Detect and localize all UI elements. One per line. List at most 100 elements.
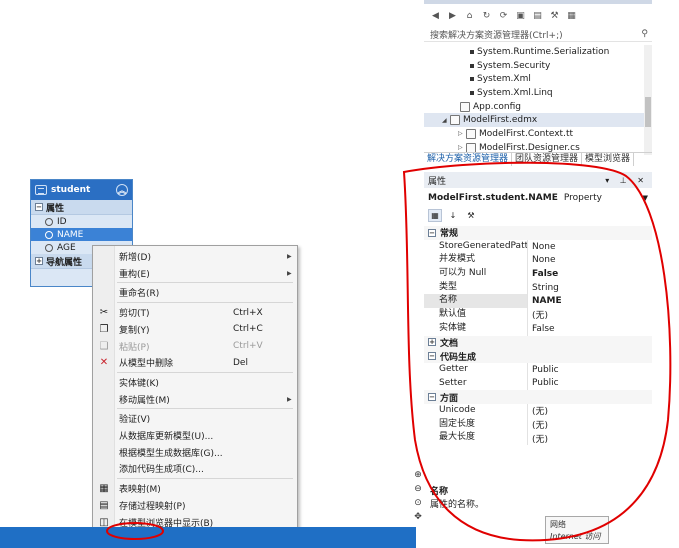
property-value[interactable]: Public [528,378,559,388]
preview-icon[interactable]: ▦ [566,11,577,22]
menu-item[interactable]: 根据模型生成数据库(G)... [93,444,297,461]
zoom-out-icon[interactable]: ⊖ [414,484,422,494]
collapse-icon[interactable]: ︽ [116,184,128,196]
tree-item-edmx[interactable]: ◢ ModelFirst.edmx [424,113,644,128]
expand-toggle-icon[interactable]: + [35,257,43,265]
property-row[interactable]: Unicode (无) [424,403,652,418]
property-value[interactable]: NAME [528,296,562,306]
menu-item[interactable]: 新增(D) ▶ [93,248,297,265]
key-icon [45,217,53,226]
property-value[interactable]: None [528,255,555,265]
properties-icon[interactable]: ⚒ [549,11,560,22]
tree-item-reference[interactable]: System.Xml [424,72,644,86]
tree-item-reference[interactable]: System.Xml.Linq [424,86,644,100]
home-icon[interactable]: ⌂ [464,11,475,22]
tree-item-label: System.Xml.Linq [477,87,553,98]
property-value[interactable]: (无) [528,404,548,417]
menu-separator [117,302,293,304]
entity-property-row-selected[interactable]: NAME [31,228,132,241]
scrollbar-thumb[interactable] [645,97,651,127]
collapse-all-icon[interactable]: ▣ [515,11,526,22]
property-category[interactable]: + 文档 [424,335,652,350]
tab-model-browser[interactable]: 模型浏览器 [582,153,635,166]
tab-solution-explorer[interactable]: 解决方案资源管理器 [424,153,513,166]
property-row[interactable]: 固定长度 (无) [424,417,652,432]
solution-explorer-scrollbar[interactable] [644,45,652,155]
property-row[interactable]: 可以为 Null False [424,267,652,281]
categorized-icon[interactable]: ▦ [428,208,442,222]
property-value[interactable]: None [528,242,555,252]
property-row[interactable]: Setter Public [424,376,652,391]
property-pages-icon[interactable]: ⚒ [464,209,478,222]
property-value[interactable]: String [528,283,559,293]
property-name: Getter [424,362,528,377]
back-icon[interactable]: ◀ [430,11,441,22]
property-value[interactable]: (无) [528,432,548,445]
properties-object-selector[interactable]: ModelFirst.student.NAME Property ▼ [424,190,652,206]
menu-item[interactable]: ✂ 剪切(T) Ctrl+X [93,304,297,321]
tree-item-reference[interactable]: System.Runtime.Serialization [424,45,644,59]
tree-item-label: ModelFirst.edmx [463,115,538,126]
collapse-toggle-icon[interactable]: − [428,228,436,237]
menu-item[interactable]: 实体键(K) [93,374,297,391]
tree-item-reference[interactable]: System.Security [424,59,644,73]
property-row[interactable]: 并发模式 None [424,253,652,268]
menu-item[interactable]: 重命名(R) [93,284,297,301]
expanded-arrow-icon[interactable]: ◢ [442,117,450,124]
property-row[interactable]: 名称 NAME [424,294,652,309]
property-category[interactable]: − 方面 [424,390,652,404]
property-value[interactable]: Public [528,365,559,375]
property-row[interactable]: 默认值 (无) [424,308,652,322]
property-row[interactable]: StoreGeneratedPatternNone [424,239,652,254]
pan-icon[interactable]: ✥ [414,512,422,522]
tree-item-child[interactable]: ▷ ModelFirst.Context.tt [424,127,644,141]
menu-item[interactable]: 重构(E) ▶ [93,265,297,282]
window-controls-icon[interactable]: ▾ ⊥ ✕ [605,176,648,185]
zoom-in-icon[interactable]: ⊕ [414,470,422,480]
tab-team-explorer[interactable]: 团队资源管理器 [512,153,583,166]
property-category[interactable]: − 常规 [424,226,652,240]
property-value[interactable]: False [528,269,558,279]
menu-item[interactable]: 从数据库更新模型(U)... [93,427,297,444]
entity-designer-canvas[interactable]: student ︽ − 属性 ID NAME AGE + 导航属性 新增(D) ▶… [0,0,416,548]
zoom-fit-icon[interactable]: ⊙ [414,498,422,508]
search-icon[interactable]: ⚲ [641,29,648,39]
collapsed-arrow-icon[interactable]: ▷ [458,130,466,137]
solution-explorer-search[interactable]: 搜索解决方案资源管理器(Ctrl+;) ⚲ [424,27,652,42]
property-value[interactable]: False [528,324,555,334]
expand-toggle-icon[interactable]: + [428,338,436,347]
property-label: AGE [57,242,76,253]
category-label: 常规 [440,229,459,240]
property-row[interactable]: 实体键 False [424,321,652,336]
sproc-mapping-icon: ▤ [99,499,109,511]
tree-item-file[interactable]: App.config [424,100,644,114]
forward-icon[interactable]: ▶ [447,11,458,22]
menu-item[interactable]: 验证(V) [93,410,297,427]
menu-item[interactable]: ❐ 复制(Y) Ctrl+C [93,321,297,338]
menu-item[interactable]: ▦ 表映射(M) [93,480,297,497]
menu-item-shortcut: Del [233,357,248,368]
pending-changes-icon[interactable]: ↻ [481,11,492,22]
property-value[interactable]: (无) [528,308,548,321]
menu-item[interactable]: ▤ 存储过程映射(P) [93,497,297,514]
entity-section-properties[interactable]: − 属性 [31,200,132,215]
menu-item[interactable]: ✕ 从模型中删除 Del [93,354,297,371]
entity-header[interactable]: student ︽ [31,180,132,200]
menu-item[interactable]: 添加代码生成项(C)... [93,460,297,477]
collapse-toggle-icon[interactable]: − [35,203,43,211]
property-row[interactable]: Getter Public [424,362,652,377]
collapsed-arrow-icon[interactable]: ▷ [458,144,466,151]
property-value[interactable]: (无) [528,418,548,431]
reference-icon [470,63,474,68]
entity-property-row[interactable]: ID [31,215,132,228]
menu-item[interactable]: 移动属性(M) ▶ [93,391,297,408]
show-all-files-icon[interactable]: ▤ [532,11,543,22]
dropdown-caret-icon[interactable]: ▼ [643,194,648,202]
property-category[interactable]: − 代码生成 [424,349,652,363]
alphabetical-icon[interactable]: ↓ [446,209,460,222]
collapse-toggle-icon[interactable]: − [428,393,436,402]
refresh-icon[interactable]: ⟳ [498,11,509,22]
property-row[interactable]: 最大长度 (无) [424,431,652,445]
collapse-toggle-icon[interactable]: − [428,352,436,361]
property-row[interactable]: 类型 String [424,280,652,295]
